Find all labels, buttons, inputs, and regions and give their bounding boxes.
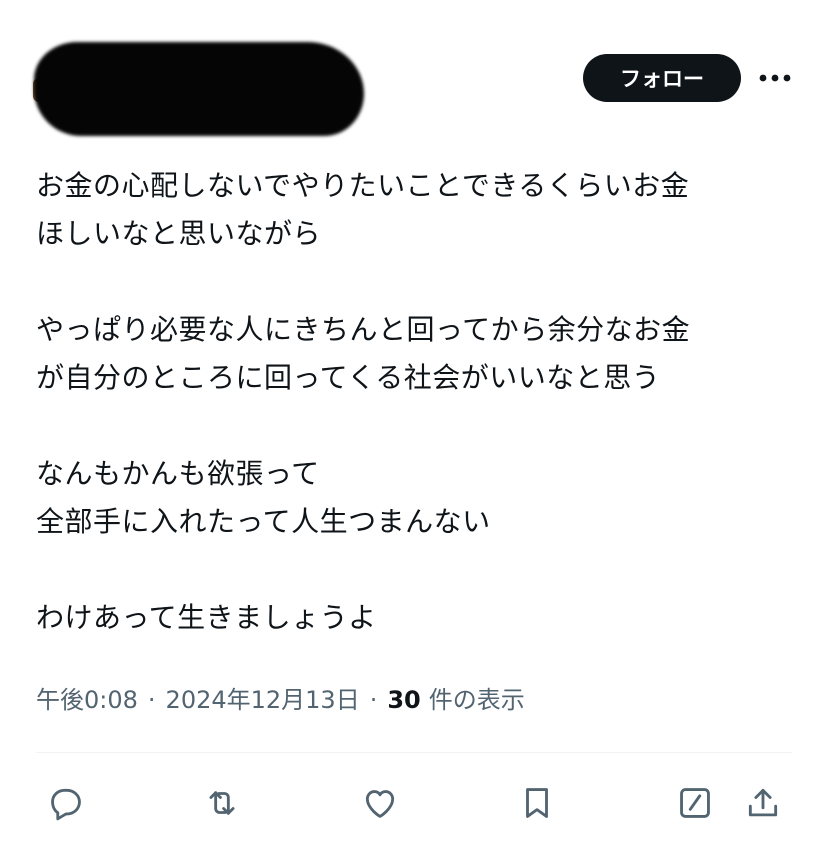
meta-separator: ·: [147, 686, 156, 714]
meta-separator: ·: [369, 686, 378, 714]
post-card: フォロー お金の心配しないでやりたいことできるくらいお金 ほしいなと思いながら …: [0, 0, 828, 858]
like-icon: [365, 790, 395, 818]
more-dots-icon: [759, 74, 791, 82]
divider: [36, 752, 792, 753]
repost-button[interactable]: [200, 781, 244, 825]
reply-icon: [51, 788, 81, 821]
more-options-button[interactable]: [752, 62, 798, 94]
grok-icon: [680, 788, 710, 818]
repost-icon: [209, 791, 235, 815]
post-line: が自分のところに回ってくる社会がいいなと思う: [36, 361, 661, 394]
views-count[interactable]: 30: [387, 686, 420, 714]
bookmark-button[interactable]: [515, 781, 559, 825]
post-date[interactable]: 2024年12月13日: [166, 680, 360, 715]
post-line: ほしいなと思いながら: [36, 217, 322, 250]
post-meta: 午後0:08 · 2024年12月13日 · 30 件の表示: [36, 680, 525, 715]
grok-button[interactable]: [673, 781, 717, 825]
post-line: 全部手に入れたって人生つまんない: [36, 505, 491, 538]
post-line: [36, 258, 796, 306]
post-line: [36, 546, 796, 594]
post-line: お金の心配しないでやりたいことできるくらいお金: [36, 169, 690, 202]
views-label[interactable]: 件の表示: [429, 680, 525, 715]
post-text: お金の心配しないでやりたいことできるくらいお金 ほしいなと思いながら やっぱり必…: [36, 162, 796, 642]
post-line: なんもかんも欲張って: [36, 457, 320, 490]
post-line: やっぱり必要な人にきちんと回ってから余分なお金: [36, 313, 691, 346]
post-time[interactable]: 午後0:08: [36, 680, 138, 715]
bookmark-icon: [526, 788, 548, 818]
post-line: わけあって生きましょうよ: [36, 601, 377, 634]
post-line: [36, 402, 796, 450]
share-icon: [748, 788, 778, 817]
redacted-user-info: [34, 42, 364, 136]
follow-button[interactable]: フォロー: [583, 54, 741, 102]
reply-button[interactable]: [44, 781, 88, 825]
share-button[interactable]: [741, 781, 785, 825]
like-button[interactable]: [358, 781, 402, 825]
